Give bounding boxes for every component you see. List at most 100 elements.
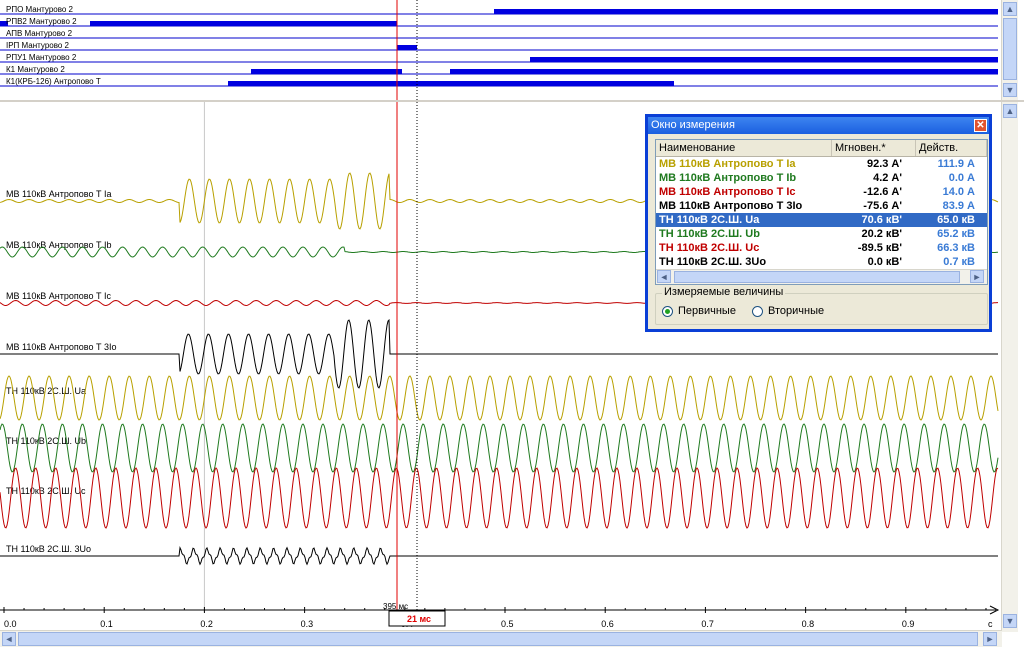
- radio-label: Вторичные: [768, 305, 825, 317]
- row-instant-value: 70.6 кВ': [861, 214, 902, 226]
- discrete-signals-pane: РПО Мантурово 2 РПВ2 Мантурово 2 АПВ Манту…: [0, 0, 1024, 102]
- row-name: МВ 110кВ Антропово Т 3Io: [659, 200, 803, 212]
- time-axis-unit: с: [988, 619, 993, 629]
- time-axis-tick-label: 0.0: [4, 619, 17, 629]
- time-axis-tick-label: 0.9: [902, 619, 915, 629]
- signal-label: К1(КРБ-126) Антропово Т: [6, 77, 101, 86]
- row-rms-value: 0.0 А: [948, 172, 975, 184]
- radio-label: Первичные: [678, 305, 736, 317]
- row-rms-value: 83.9 А: [942, 200, 975, 212]
- scroll-down-button[interactable]: ▼: [1003, 83, 1017, 97]
- main-vertical-scrollbar[interactable]: ▲ ▼: [1001, 102, 1018, 632]
- signal-active-bar: [90, 21, 397, 26]
- signal-active-bar: [228, 81, 674, 86]
- secondary-radio[interactable]: Вторичные: [752, 305, 824, 317]
- row-rms-value: 0.7 кВ: [943, 256, 975, 268]
- signal-active-bar: [397, 45, 417, 50]
- signal-label: К1 Мантурово 2: [6, 65, 65, 74]
- scroll-left-button[interactable]: ◄: [657, 270, 671, 283]
- channel-label: МВ 110кВ Антропово Т Ib: [6, 240, 111, 250]
- measurement-row[interactable]: ТН 110кВ 2С.Ш. 3Uo 0.0 кВ' 0.7 кВ: [656, 255, 987, 269]
- time-axis-tick-label: 0.3: [301, 619, 314, 629]
- measurement-row[interactable]: МВ 110кВ Антропово Т Ic -12.6 А' 14.0 А: [656, 185, 987, 199]
- scroll-down-button[interactable]: ▼: [1003, 614, 1017, 628]
- scroll-thumb[interactable]: [1003, 18, 1017, 80]
- row-instant-value: 92.3 А': [866, 158, 902, 170]
- channel-waveform: [0, 546, 998, 566]
- measurement-row[interactable]: ТН 110кВ 2С.Ш. Ub 20.2 кВ' 65.2 кВ: [656, 227, 987, 241]
- measurement-row[interactable]: ТН 110кВ 2С.Ш. Ua 70.6 кВ' 65.0 кВ: [656, 213, 987, 227]
- row-instant-value: -75.6 А': [863, 200, 902, 212]
- measurement-window[interactable]: Окно измерения ✕ Наименование Мгновен.* …: [645, 114, 992, 332]
- signal-label: АПВ Мантурово 2: [6, 29, 73, 38]
- signal-active-bar: [450, 69, 998, 74]
- row-rms-value: 65.2 кВ: [937, 228, 975, 240]
- row-name: ТН 110кВ 2С.Ш. Ua: [659, 214, 760, 226]
- signal-active-bar: [530, 57, 998, 62]
- measurement-window-title: Окно измерения: [651, 119, 735, 131]
- channel-waveform: [0, 375, 999, 421]
- channel-label: ТН 110кВ 2С.Ш. 3Uo: [6, 544, 91, 554]
- column-header-name[interactable]: Наименование: [656, 140, 832, 156]
- measurement-table: Наименование Мгновен.* Действ. МВ 110кВ …: [655, 139, 988, 285]
- signal-label: РПУ1 Мантурово 2: [6, 53, 77, 62]
- row-instant-value: 4.2 А': [873, 172, 902, 184]
- signal-label: РПО Мантурово 2: [6, 5, 74, 14]
- row-name: ТН 110кВ 2С.Ш. Ub: [659, 228, 760, 240]
- column-header-rms[interactable]: Действ.: [916, 140, 987, 156]
- close-button[interactable]: ✕: [974, 119, 987, 132]
- scroll-right-button[interactable]: ►: [983, 632, 997, 646]
- primary-radio[interactable]: Первичные: [662, 305, 736, 317]
- channel-waveform: [0, 423, 999, 473]
- time-axis-tick-label: 0.6: [601, 619, 614, 629]
- time-axis-tick-label: 0.8: [802, 619, 815, 629]
- channel-label: ТН 110кВ 2С.Ш. Uc: [6, 486, 86, 496]
- row-name: МВ 110кВ Антропово Т Ib: [659, 172, 797, 184]
- scroll-left-button[interactable]: ◄: [2, 632, 16, 646]
- channel-label: МВ 110кВ Антропово Т Ia: [6, 189, 111, 199]
- column-header-instant[interactable]: Мгновен.*: [832, 140, 916, 156]
- measurement-table-header: Наименование Мгновен.* Действ.: [656, 140, 987, 157]
- group-label: Измеряемые величины: [662, 286, 786, 298]
- row-rms-value: 65.0 кВ: [937, 214, 975, 226]
- time-axis-tick-label: 0.7: [701, 619, 714, 629]
- row-instant-value: 20.2 кВ': [861, 228, 902, 240]
- scroll-thumb[interactable]: [674, 271, 960, 283]
- row-instant-value: 0.0 кВ': [867, 256, 902, 268]
- scroll-thumb[interactable]: [18, 632, 978, 646]
- main-horizontal-scrollbar[interactable]: ◄ ►: [0, 630, 1002, 647]
- signal-label: ІРП Мантурово 2: [6, 41, 70, 50]
- time-axis-tick-label: 0.5: [501, 619, 514, 629]
- measurement-table-scrollbar[interactable]: ◄ ►: [656, 269, 987, 284]
- discrete-signals-plot[interactable]: РПО Мантурово 2 РПВ2 Мантурово 2 АПВ Манту…: [0, 0, 1000, 100]
- cursor-delta-label: 21 мс: [407, 614, 431, 624]
- row-instant-value: -12.6 А': [863, 186, 902, 198]
- measurement-row[interactable]: МВ 110кВ Антропово Т Ia 92.3 А' 111.9 А: [656, 157, 987, 171]
- row-name: ТН 110кВ 2С.Ш. Uc: [659, 242, 760, 254]
- measurement-row[interactable]: МВ 110кВ Антропово Т 3Io -75.6 А' 83.9 А: [656, 199, 987, 213]
- scroll-right-button[interactable]: ►: [970, 270, 984, 283]
- row-name: ТН 110кВ 2С.Ш. 3Uo: [659, 256, 767, 268]
- row-name: МВ 110кВ Антропово Т Ic: [659, 186, 796, 198]
- signal-label: РПВ2 Мантурово 2: [6, 17, 77, 26]
- row-name: МВ 110кВ Антропово Т Ia: [659, 158, 796, 170]
- top-vertical-scrollbar[interactable]: ▲ ▼: [1001, 0, 1018, 100]
- measurement-window-titlebar[interactable]: Окно измерения ✕: [648, 117, 989, 134]
- channel-label: МВ 110кВ Антропово Т Ic: [6, 291, 111, 301]
- time-axis-tick-label: 0.1: [100, 619, 113, 629]
- row-rms-value: 111.9 А: [937, 158, 975, 170]
- signal-active-bar: [251, 69, 402, 74]
- scroll-up-button[interactable]: ▲: [1003, 2, 1017, 16]
- time-axis-tick-label: 0.2: [200, 619, 213, 629]
- row-instant-value: -89.5 кВ': [857, 242, 902, 254]
- scroll-up-button[interactable]: ▲: [1003, 104, 1017, 118]
- measured-quantities-group: Измеряемые величины Первичные Вторичные: [655, 286, 988, 325]
- measurement-row[interactable]: ТН 110кВ 2С.Ш. Uc -89.5 кВ' 66.3 кВ: [656, 241, 987, 255]
- channel-label: МВ 110кВ Антропово Т 3Io: [6, 342, 116, 352]
- row-rms-value: 66.3 кВ: [937, 242, 975, 254]
- signal-active-bar: [494, 9, 998, 14]
- measurement-row[interactable]: МВ 110кВ Антропово Т Ib 4.2 А' 0.0 А: [656, 171, 987, 185]
- cursor-time-label: 395 мс: [383, 602, 408, 611]
- row-rms-value: 14.0 А: [942, 186, 975, 198]
- channel-waveform: [0, 467, 999, 529]
